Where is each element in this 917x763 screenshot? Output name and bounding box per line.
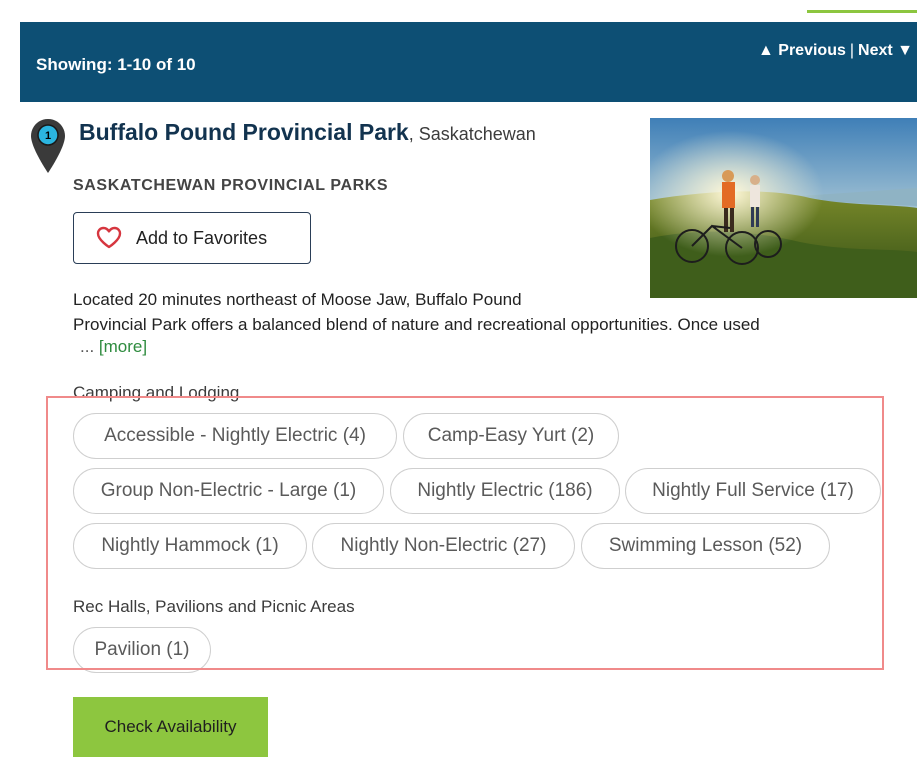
map-pin-icon: 1 [31, 119, 65, 173]
pager: ▲ Previous | Next ▼ [758, 42, 913, 60]
park-name-link[interactable]: Buffalo Pound Provincial Park [79, 119, 409, 145]
pager-separator: | [849, 42, 855, 59]
chip-pavilion[interactable]: Pavilion (1) [73, 627, 211, 673]
add-to-favorites-label: Add to Favorites [136, 227, 268, 248]
chip-camp-easy-yurt[interactable]: Camp-Easy Yurt (2) [403, 413, 619, 459]
park-photo [650, 118, 917, 298]
ellipsis: ... [80, 337, 95, 356]
chip-accessible-nightly-electric[interactable]: Accessible - Nightly Electric (4) [73, 413, 397, 459]
top-accent-line [807, 10, 917, 13]
check-availability-button[interactable]: Check Availability [73, 697, 268, 757]
map-pin-number: 1 [45, 130, 51, 142]
more-link[interactable]: [more] [99, 337, 147, 356]
park-description: Located 20 minutes northeast of Moose Ja… [73, 287, 903, 337]
park-title: Buffalo Pound Provincial Park, Saskatche… [79, 119, 536, 146]
chip-nightly-electric[interactable]: Nightly Electric (186) [390, 468, 620, 514]
chip-nightly-hammock[interactable]: Nightly Hammock (1) [73, 523, 307, 569]
add-to-favorites-button[interactable]: Add to Favorites [73, 212, 311, 264]
chip-nightly-full-service[interactable]: Nightly Full Service (17) [625, 468, 881, 514]
chip-group-non-electric-large[interactable]: Group Non-Electric - Large (1) [73, 468, 384, 514]
previous-link[interactable]: ▲ Previous [758, 42, 846, 59]
description-line-1: Located 20 minutes northeast of Moose Ja… [73, 290, 522, 309]
section-label-rec-halls: Rec Halls, Pavilions and Picnic Areas [73, 597, 355, 616]
next-link[interactable]: Next ▼ [858, 42, 913, 59]
description-line-2: Provincial Park offers a balanced blend … [73, 315, 760, 334]
heart-icon [96, 226, 122, 249]
results-count: Showing: 1-10 of 10 [36, 55, 196, 74]
park-organization: SASKATCHEWAN PROVINCIAL PARKS [73, 177, 389, 194]
description-more: ... [more] [80, 337, 147, 357]
section-label-camping: Camping and Lodging [73, 383, 240, 402]
chip-nightly-non-electric[interactable]: Nightly Non-Electric (27) [312, 523, 575, 569]
chip-swimming-lesson[interactable]: Swimming Lesson (52) [581, 523, 830, 569]
results-header: Showing: 1-10 of 10 ▲ Previous | Next ▼ [20, 22, 917, 102]
park-province: , Saskatchewan [408, 124, 536, 144]
